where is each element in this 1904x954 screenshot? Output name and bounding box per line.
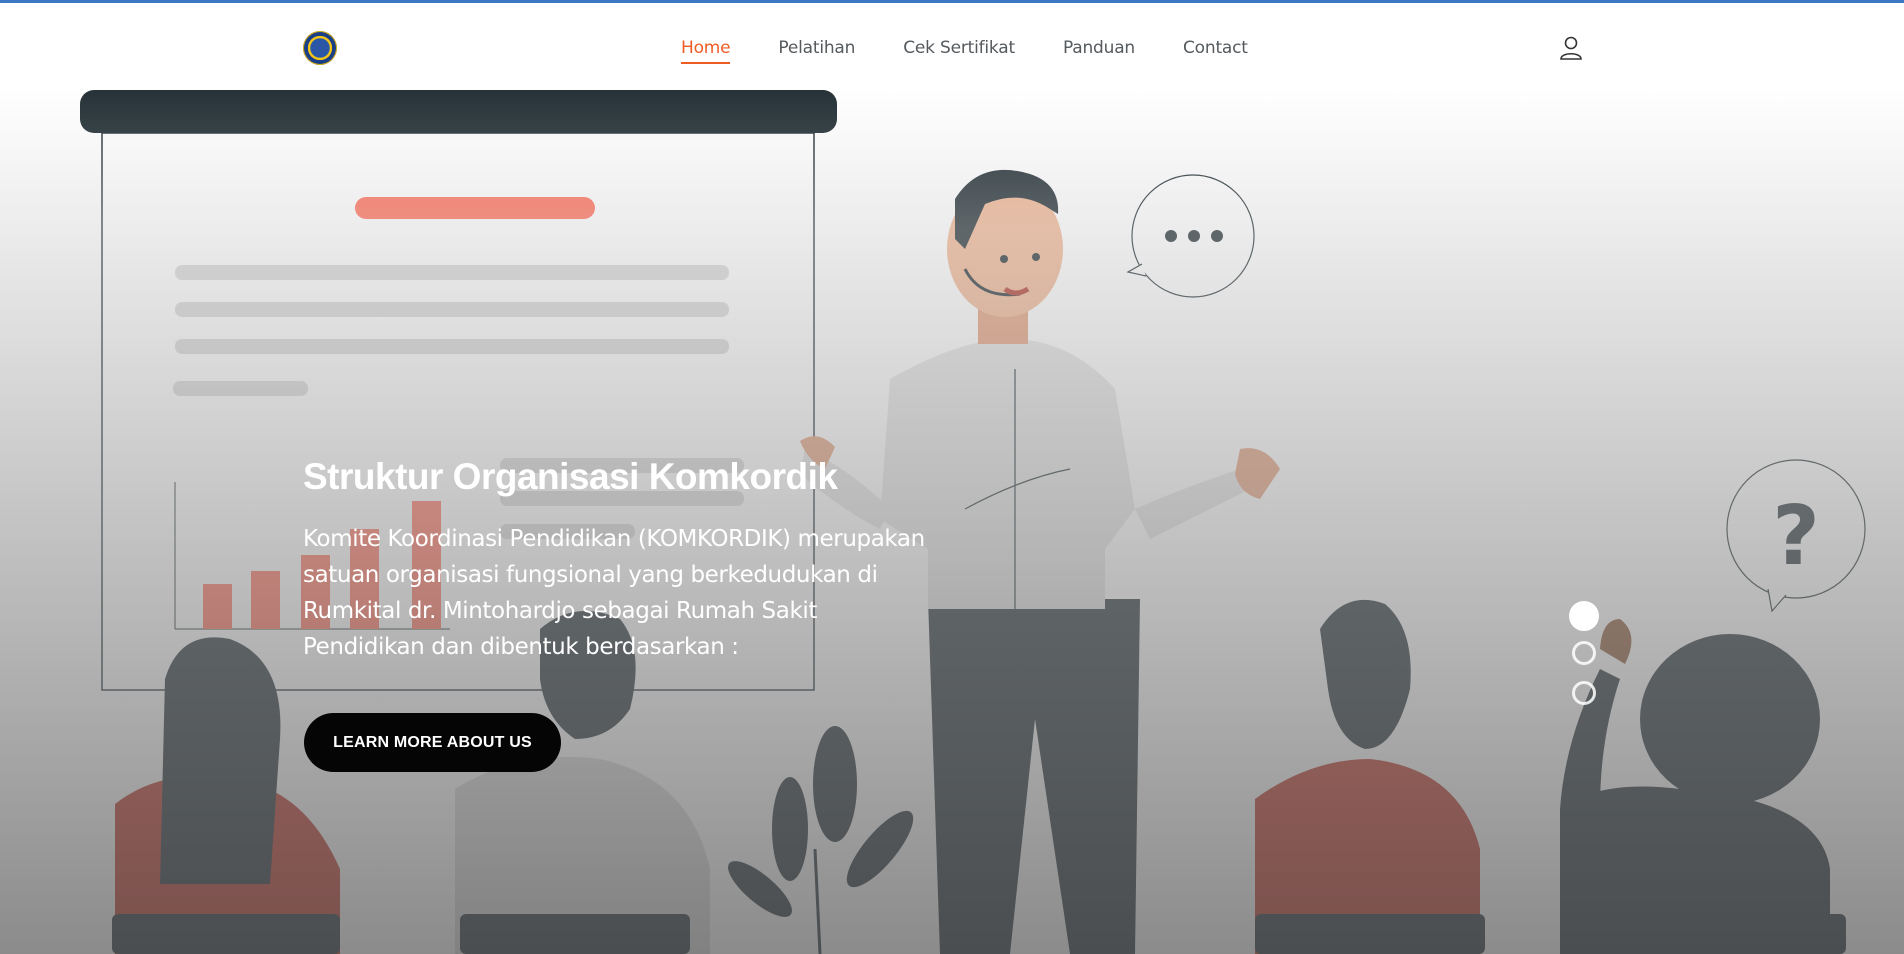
nav-item-home[interactable]: Home — [681, 37, 731, 64]
carousel-dot-1[interactable] — [1569, 601, 1599, 631]
audience-person-raising-hand — [1560, 619, 1846, 954]
carousel-dot-2[interactable] — [1572, 641, 1596, 665]
nav-item-pelatihan[interactable]: Pelatihan — [778, 37, 855, 64]
main-nav: Home Pelatihan Cek Sertifikat Panduan Co… — [681, 37, 1248, 64]
plant — [728, 726, 914, 954]
hero-title: Struktur Organisasi Komkordik — [303, 456, 838, 497]
speech-bubble-dots — [1126, 174, 1255, 298]
hero-illustration: ? — [80, 90, 1866, 954]
hero-description: Komite Koordinasi Pendidikan (KOMKORDIK)… — [303, 526, 925, 660]
nav-item-cek-sertifikat[interactable]: Cek Sertifikat — [903, 37, 1015, 64]
user-icon[interactable] — [1559, 35, 1583, 61]
svg-text:?: ? — [1772, 489, 1820, 584]
site-header: Home Pelatihan Cek Sertifikat Panduan Co… — [0, 3, 1904, 89]
nav-item-panduan[interactable]: Panduan — [1063, 37, 1135, 64]
audience-man-right — [1255, 599, 1485, 954]
speech-bubble-question: ? — [1726, 459, 1866, 613]
site-logo[interactable] — [303, 31, 337, 65]
carousel-dot-3[interactable] — [1572, 681, 1596, 705]
hero-carousel: ? Struktur Organisasi Komkordik Komite K… — [0, 89, 1904, 954]
nav-item-contact[interactable]: Contact — [1183, 37, 1248, 64]
learn-more-button[interactable]: LEARN MORE ABOUT US — [304, 713, 561, 772]
hero-text-block: Struktur Organisasi Komkordik Komite Koo… — [303, 455, 943, 665]
carousel-indicators — [1569, 601, 1599, 721]
